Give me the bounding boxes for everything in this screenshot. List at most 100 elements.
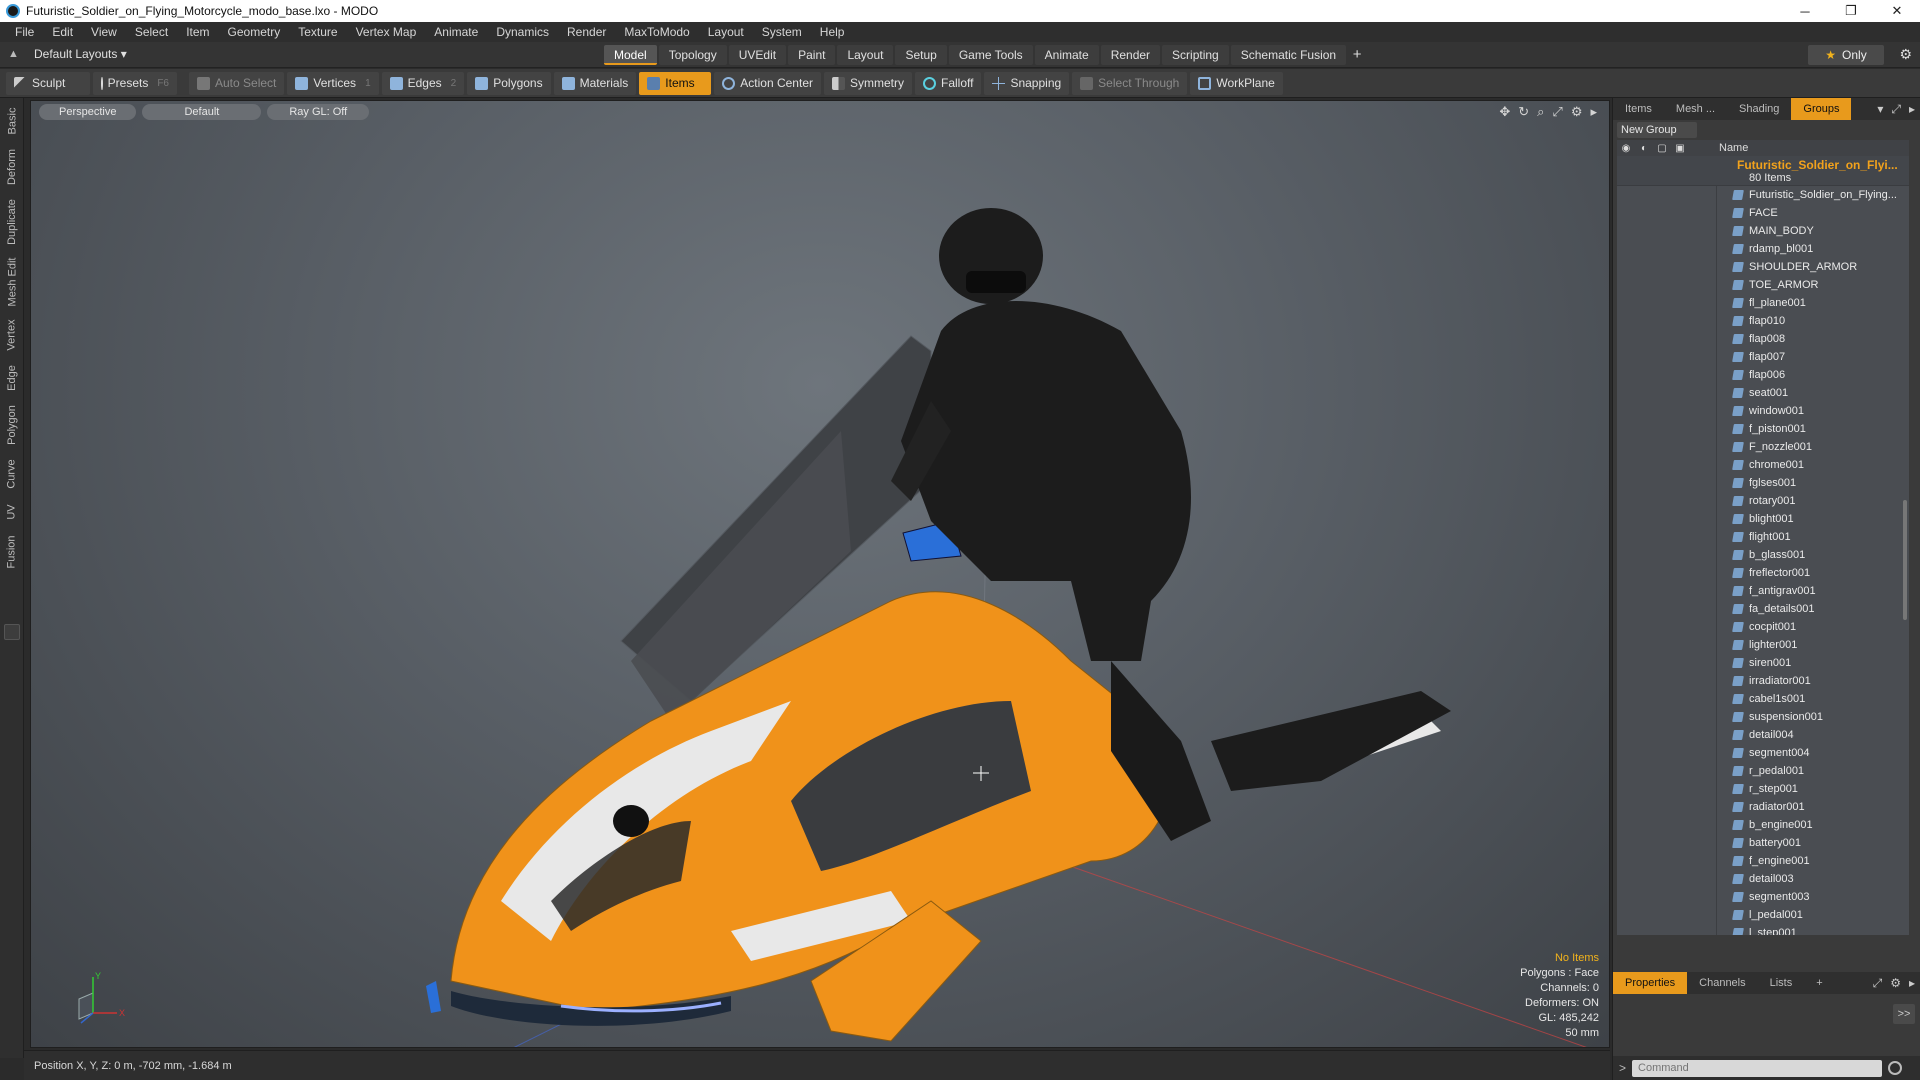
- tree-item-row[interactable]: flap010: [1617, 312, 1909, 330]
- tree-item-row[interactable]: chrome001: [1617, 456, 1909, 474]
- visibility-columns[interactable]: [1617, 744, 1717, 762]
- visibility-columns[interactable]: [1617, 330, 1717, 348]
- tree-item-row[interactable]: battery001: [1617, 834, 1909, 852]
- falloff-button[interactable]: Falloff: [914, 71, 982, 95]
- props-settings-icon[interactable]: ⚙: [1890, 976, 1901, 991]
- sculpt-button[interactable]: Sculpt: [6, 71, 90, 95]
- tree-item-row[interactable]: segment003: [1617, 888, 1909, 906]
- menu-geometry[interactable]: Geometry: [219, 22, 290, 42]
- layout-preset-dropdown[interactable]: Default Layouts ▾: [34, 47, 127, 61]
- props-menu-icon[interactable]: ▸: [1909, 976, 1915, 991]
- tree-item-row[interactable]: FACE: [1617, 204, 1909, 222]
- tab-uvedit[interactable]: UVEdit: [728, 45, 787, 65]
- action-center-button[interactable]: Action Center: [714, 71, 821, 95]
- visibility-columns[interactable]: [1617, 762, 1717, 780]
- tree-item-row[interactable]: detail003: [1617, 870, 1909, 888]
- tree-item-row[interactable]: fa_details001: [1617, 600, 1909, 618]
- tree-item-row[interactable]: seat001: [1617, 384, 1909, 402]
- visibility-columns[interactable]: [1617, 924, 1717, 935]
- tree-item-row[interactable]: suspension001: [1617, 708, 1909, 726]
- tab-items[interactable]: Items: [1613, 98, 1664, 120]
- tree-item-row[interactable]: SHOULDER_ARMOR: [1617, 258, 1909, 276]
- tab-game-tools[interactable]: Game Tools: [948, 45, 1033, 65]
- tab-render[interactable]: Render: [1100, 45, 1161, 65]
- add-panel-tab[interactable]: +: [1804, 972, 1834, 994]
- visibility-columns[interactable]: [1617, 366, 1717, 384]
- auto-select-button[interactable]: Auto Select: [189, 71, 285, 95]
- visibility-columns[interactable]: [1617, 492, 1717, 510]
- menu-render[interactable]: Render: [558, 22, 615, 42]
- command-input[interactable]: [1632, 1059, 1883, 1077]
- tab-model[interactable]: Model: [604, 45, 657, 65]
- tree-item-row[interactable]: fl_plane001: [1617, 294, 1909, 312]
- vtab-fusion[interactable]: Fusion: [0, 530, 24, 574]
- menu-system[interactable]: System: [753, 22, 811, 42]
- tab-topology[interactable]: Topology: [658, 45, 727, 65]
- tree-item-row[interactable]: flight001: [1617, 528, 1909, 546]
- layout-toggle-icon[interactable]: ▲: [8, 48, 22, 62]
- vtab-vertex[interactable]: Vertex: [0, 314, 24, 356]
- expand-properties-button[interactable]: >>: [1893, 1004, 1915, 1024]
- visibility-columns[interactable]: [1617, 348, 1717, 366]
- tree-item-row[interactable]: flap006: [1617, 366, 1909, 384]
- vtab-edge[interactable]: Edge: [0, 360, 24, 396]
- maximize-button[interactable]: ❐: [1828, 0, 1874, 22]
- tab-animate[interactable]: Animate: [1034, 45, 1099, 65]
- shading-dropdown[interactable]: Default: [142, 104, 262, 120]
- select-icon[interactable]: ▣: [1671, 143, 1689, 154]
- tab-paint[interactable]: Paint: [788, 45, 836, 65]
- tree-item-row[interactable]: window001: [1617, 402, 1909, 420]
- tab-properties[interactable]: Properties: [1613, 972, 1688, 994]
- minimize-button[interactable]: ─: [1782, 0, 1828, 22]
- edges-button[interactable]: Edges 2: [381, 71, 465, 95]
- vtab-basic[interactable]: Basic: [0, 102, 24, 140]
- menu-item[interactable]: Item: [177, 22, 218, 42]
- tree-item-row[interactable]: blight001: [1617, 510, 1909, 528]
- tree-item-row[interactable]: r_pedal001: [1617, 762, 1909, 780]
- tree-item-row[interactable]: flap007: [1617, 348, 1909, 366]
- vtab-curve[interactable]: Curve: [0, 454, 24, 494]
- tree-item-row[interactable]: F_nozzle001: [1617, 438, 1909, 456]
- visibility-columns[interactable]: [1617, 726, 1717, 744]
- visibility-columns[interactable]: [1617, 456, 1717, 474]
- visibility-columns[interactable]: [1617, 258, 1717, 276]
- tree-item-row[interactable]: b_glass001: [1617, 546, 1909, 564]
- render-toggle-icon[interactable]: ◐: [1635, 143, 1653, 154]
- tree-item-row[interactable]: segment004: [1617, 744, 1909, 762]
- expand-props-icon[interactable]: ⤢: [1873, 976, 1883, 991]
- lock-icon[interactable]: ▢: [1653, 143, 1671, 154]
- workplane-button[interactable]: WorkPlane: [1190, 71, 1283, 95]
- name-column-header[interactable]: Name: [1719, 142, 1748, 154]
- visibility-columns[interactable]: [1617, 312, 1717, 330]
- visibility-columns[interactable]: [1617, 204, 1717, 222]
- tree-item-row[interactable]: l_step001: [1617, 924, 1909, 935]
- vtab-mesh-edit[interactable]: Mesh Edit: [0, 254, 24, 310]
- visibility-columns[interactable]: [1617, 240, 1717, 258]
- presets-button[interactable]: Presets F6: [93, 71, 177, 95]
- tree-item-row[interactable]: siren001: [1617, 654, 1909, 672]
- new-group-button[interactable]: New Group: [1617, 122, 1697, 138]
- tool-panel-toggle[interactable]: [4, 624, 20, 640]
- raygl-toggle[interactable]: Ray GL: Off: [267, 104, 370, 120]
- tree-item-row[interactable]: f_antigrav001: [1617, 582, 1909, 600]
- expand-panel-icon[interactable]: ⤢: [1891, 102, 1901, 117]
- visibility-columns[interactable]: [1617, 222, 1717, 240]
- select-through-button[interactable]: Select Through: [1072, 71, 1188, 95]
- tree-item-row[interactable]: freflector001: [1617, 564, 1909, 582]
- tab-layout[interactable]: Layout: [837, 45, 894, 65]
- vtab-deform[interactable]: Deform: [0, 144, 24, 190]
- visibility-columns[interactable]: [1617, 816, 1717, 834]
- menu-view[interactable]: View: [82, 22, 126, 42]
- visibility-columns[interactable]: [1617, 438, 1717, 456]
- visibility-columns[interactable]: [1617, 600, 1717, 618]
- move-view-icon[interactable]: ✥: [1499, 104, 1510, 120]
- view-mode-dropdown[interactable]: Perspective: [39, 104, 137, 120]
- tree-item-row[interactable]: fglses001: [1617, 474, 1909, 492]
- visibility-columns[interactable]: [1617, 888, 1717, 906]
- group-row[interactable]: Futuristic_Soldier_on_Flyi... 80 Items: [1617, 156, 1909, 186]
- tree-item-row[interactable]: radiator001: [1617, 798, 1909, 816]
- menu-dynamics[interactable]: Dynamics: [487, 22, 558, 42]
- tree-item-row[interactable]: lighter001: [1617, 636, 1909, 654]
- visibility-columns[interactable]: [1617, 870, 1717, 888]
- tab-scripting[interactable]: Scripting: [1162, 45, 1229, 65]
